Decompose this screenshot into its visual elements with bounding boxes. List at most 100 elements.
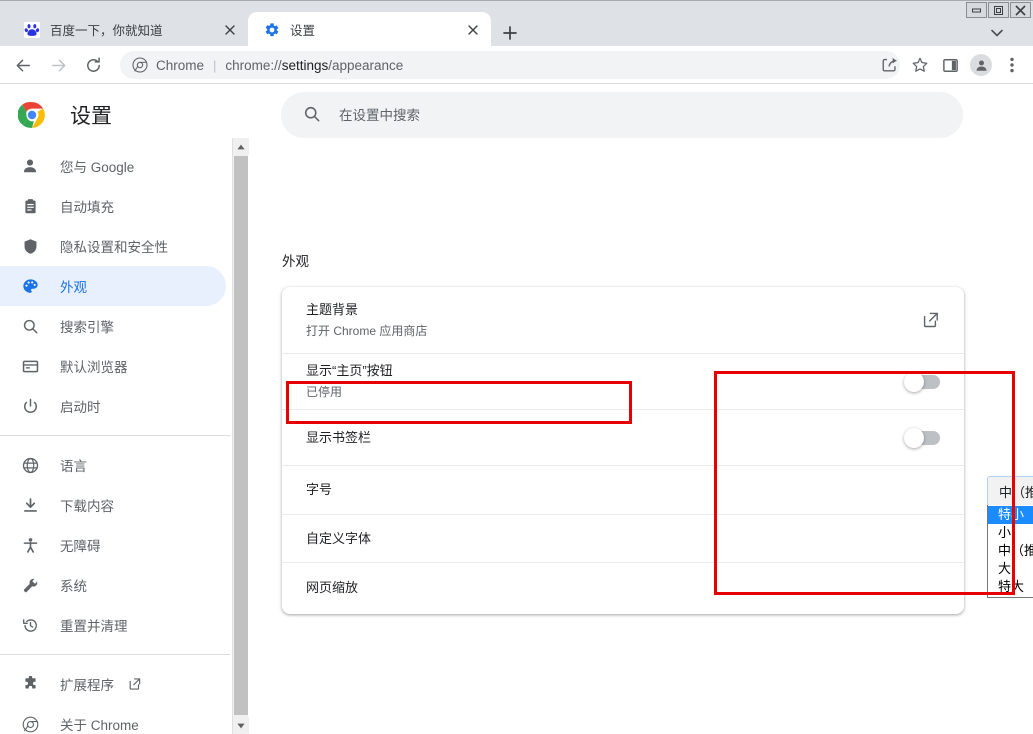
tab-settings[interactable]: 设置 — [248, 12, 491, 47]
download-icon — [20, 495, 40, 515]
row-texts: 显示“主页”按钮 已停用 — [306, 361, 906, 402]
settings-main: 外观 主题背景 打开 Chrome 应用商店 显示“主页”按钮 — [249, 84, 1033, 734]
open-in-new-icon[interactable] — [922, 311, 940, 329]
sidebar-item-reset-and-cleanup[interactable]: 重置并清理 — [0, 605, 226, 645]
browser-window: 百度一下，你就知道 设置 Chrome | chrome://settings/… — [0, 0, 1033, 734]
option-medium-recommended[interactable]: 中（推荐） — [988, 542, 1033, 560]
font-size-select-options[interactable]: 特小 小 中（推荐） 大 特大 — [987, 505, 1033, 598]
row-texts: 显示书签栏 — [306, 428, 906, 448]
option-extra-small[interactable]: 特小 — [988, 506, 1033, 524]
sidebar-item-label: 自动填充 — [60, 200, 114, 215]
close-icon[interactable] — [461, 18, 485, 42]
sidebar-item-label: 下载内容 — [60, 499, 114, 514]
share-icon[interactable] — [875, 51, 905, 79]
url-suffix: /appearance — [328, 57, 404, 73]
new-tab-button[interactable] — [496, 19, 524, 47]
row-texts: 字号 — [306, 480, 940, 500]
power-icon — [20, 396, 40, 416]
close-icon[interactable] — [218, 18, 242, 42]
option-extra-large[interactable]: 特大 — [988, 578, 1033, 596]
row-theme[interactable]: 主题背景 打开 Chrome 应用商店 — [282, 287, 964, 354]
font-size-select-value: 中（推荐） — [999, 484, 1033, 500]
sidebar-item-downloads[interactable]: 下载内容 — [0, 485, 226, 525]
three-dot-menu-icon[interactable] — [997, 51, 1027, 79]
history-restore-icon — [20, 615, 40, 635]
browser-toolbar: Chrome | chrome://settings/appearance — [0, 46, 1033, 84]
sidebar-item-on-startup[interactable]: 启动时 — [0, 386, 226, 426]
search-input[interactable] — [339, 107, 899, 123]
sidebar-item-label: 启动时 — [60, 400, 101, 415]
close-button[interactable] — [1010, 2, 1031, 18]
row-font-size[interactable]: 字号 — [282, 466, 964, 515]
search-bar[interactable] — [281, 92, 963, 138]
toggle-knob — [904, 427, 924, 448]
sidebar-divider-2 — [0, 654, 230, 655]
chrome-logo-icon — [17, 101, 46, 129]
chrome-outline-icon — [20, 714, 40, 734]
sidebar-item-accessibility[interactable]: 无障碍 — [0, 525, 226, 565]
sidebar-item-about-chrome[interactable]: 关于 Chrome — [0, 704, 226, 734]
sidebar-item-label: 关于 Chrome — [60, 718, 139, 733]
sidebar-item-system[interactable]: 系统 — [0, 565, 226, 605]
row-subtitle: 已停用 — [306, 385, 343, 399]
tab-strip: 百度一下，你就知道 设置 — [0, 0, 1033, 47]
toolbar-right-actions — [875, 51, 1027, 79]
option-large[interactable]: 大 — [988, 560, 1033, 578]
row-texts: 主题背景 打开 Chrome 应用商店 — [306, 300, 922, 341]
toggle-show-home-button[interactable] — [904, 371, 940, 392]
sidebar-item-label: 您与 Google — [60, 160, 135, 175]
reload-icon[interactable] — [79, 51, 107, 79]
scrollbar-thumb[interactable] — [234, 156, 248, 715]
sidebar-item-extensions[interactable]: 扩展程序 — [0, 664, 226, 704]
sidebar-item-autofill[interactable]: 自动填充 — [0, 186, 226, 226]
font-size-select-trigger[interactable]: 中（推荐） — [987, 476, 1033, 506]
url-prefix: chrome:// — [225, 57, 282, 73]
sidebar-item-privacy-and-security[interactable]: 隐私设置和安全性 — [0, 226, 226, 266]
row-show-bookmarks-bar[interactable]: 显示书签栏 — [282, 410, 964, 466]
row-title: 字号 — [306, 482, 333, 497]
sidebar-item-default-browser[interactable]: 默认浏览器 — [0, 346, 226, 386]
sidebar-scrollbar[interactable] — [232, 138, 249, 734]
page-title: 设置 — [70, 105, 112, 128]
tab-baidu[interactable]: 百度一下，你就知道 — [8, 12, 248, 47]
toggle-show-bookmarks-bar[interactable] — [904, 427, 940, 448]
sidebar-item-you-and-google[interactable]: 您与 Google — [0, 146, 226, 186]
tab-search-chevron-down-icon[interactable] — [987, 23, 1007, 43]
row-customize-fonts[interactable]: 自定义字体 — [282, 515, 964, 563]
row-page-zoom[interactable]: 网页缩放 — [282, 563, 964, 613]
sidebar-item-label: 语言 — [60, 459, 87, 474]
sidebar-item-search-engine[interactable]: 搜索引擎 — [0, 306, 226, 346]
back-arrow-icon[interactable] — [9, 51, 37, 79]
settings-sidebar: 设置 您与 Google 自动填充 隐私设置和安全性 外观 搜索引擎 默认浏览器… — [0, 84, 230, 734]
sidebar-item-label: 隐私设置和安全性 — [60, 240, 168, 255]
address-bar[interactable]: Chrome | chrome://settings/appearance — [120, 51, 900, 79]
option-small[interactable]: 小 — [988, 524, 1033, 542]
person-icon — [20, 156, 40, 176]
chrome-logo-icon — [132, 57, 148, 73]
font-size-select[interactable]: 中（推荐） 特小 小 中（推荐） 大 特大 — [987, 476, 1033, 598]
minimize-button[interactable] — [966, 2, 987, 18]
star-icon[interactable] — [905, 51, 935, 79]
sidebar-item-languages[interactable]: 语言 — [0, 445, 226, 485]
sidebar-item-appearance[interactable]: 外观 — [0, 266, 226, 306]
row-texts: 网页缩放 — [306, 578, 940, 598]
search-icon — [20, 316, 40, 336]
accessibility-icon — [20, 535, 40, 555]
side-panel-icon[interactable] — [935, 51, 965, 79]
sidebar-item-label: 外观 — [60, 280, 87, 295]
row-title: 网页缩放 — [306, 580, 359, 595]
sidebar-divider — [0, 435, 230, 436]
browser-window-icon — [20, 356, 40, 376]
settings-page: 设置 您与 Google 自动填充 隐私设置和安全性 外观 搜索引擎 默认浏览器… — [0, 84, 1033, 734]
section-heading-appearance: 外观 — [282, 254, 309, 269]
omnibox-origin-chip-label: Chrome — [156, 57, 205, 73]
row-subtitle: 打开 Chrome 应用商店 — [306, 323, 428, 338]
avatar[interactable] — [970, 54, 992, 76]
maximize-button[interactable] — [988, 2, 1009, 18]
row-title: 自定义字体 — [306, 530, 372, 546]
row-show-home-button[interactable]: 显示“主页”按钮 已停用 — [282, 354, 964, 410]
clipboard-icon — [20, 196, 40, 216]
scroll-up-arrow-icon[interactable] — [233, 138, 249, 155]
scroll-down-arrow-icon[interactable] — [233, 717, 249, 734]
wrench-icon — [20, 575, 40, 595]
